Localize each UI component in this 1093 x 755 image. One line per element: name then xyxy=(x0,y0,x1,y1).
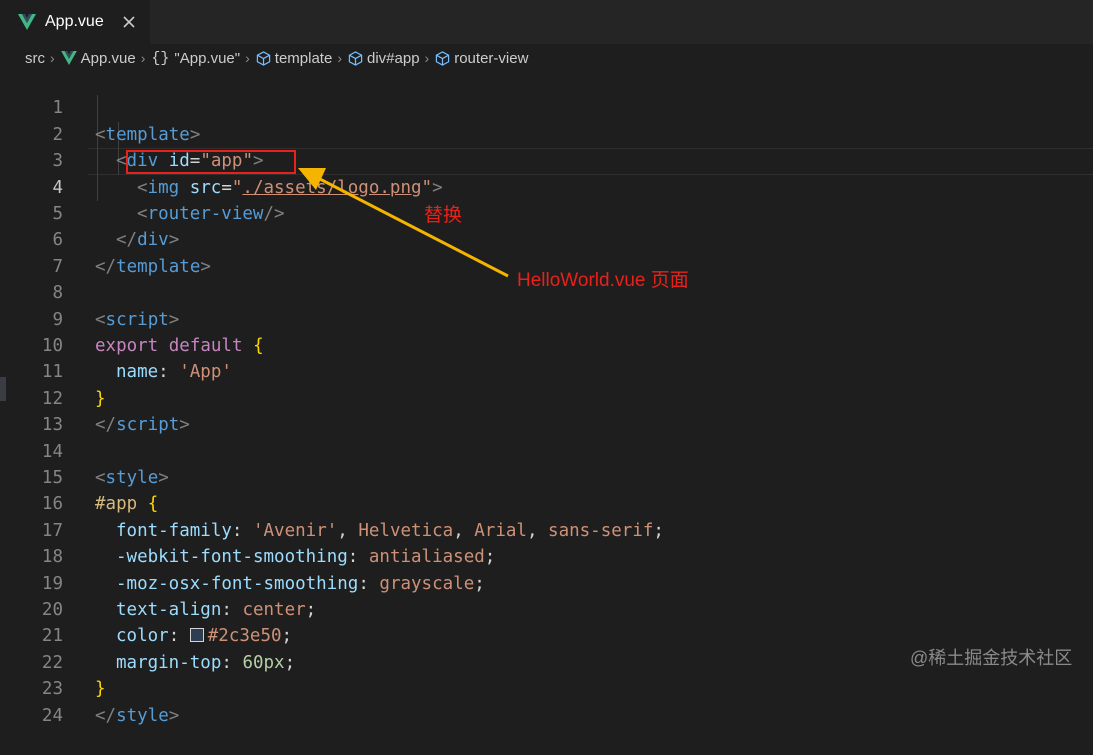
arrow-annotation xyxy=(298,168,509,278)
watermark: @稀土掘金技术社区 xyxy=(910,648,1073,668)
replace-label: 替换 xyxy=(424,205,463,226)
line-number: 24 xyxy=(41,705,63,726)
token: </ xyxy=(95,705,117,726)
target-label: HelloWorld.vue 页面 xyxy=(517,270,689,291)
token: > xyxy=(168,705,180,726)
code-text: </style> xyxy=(95,703,179,729)
token: style xyxy=(116,705,169,726)
